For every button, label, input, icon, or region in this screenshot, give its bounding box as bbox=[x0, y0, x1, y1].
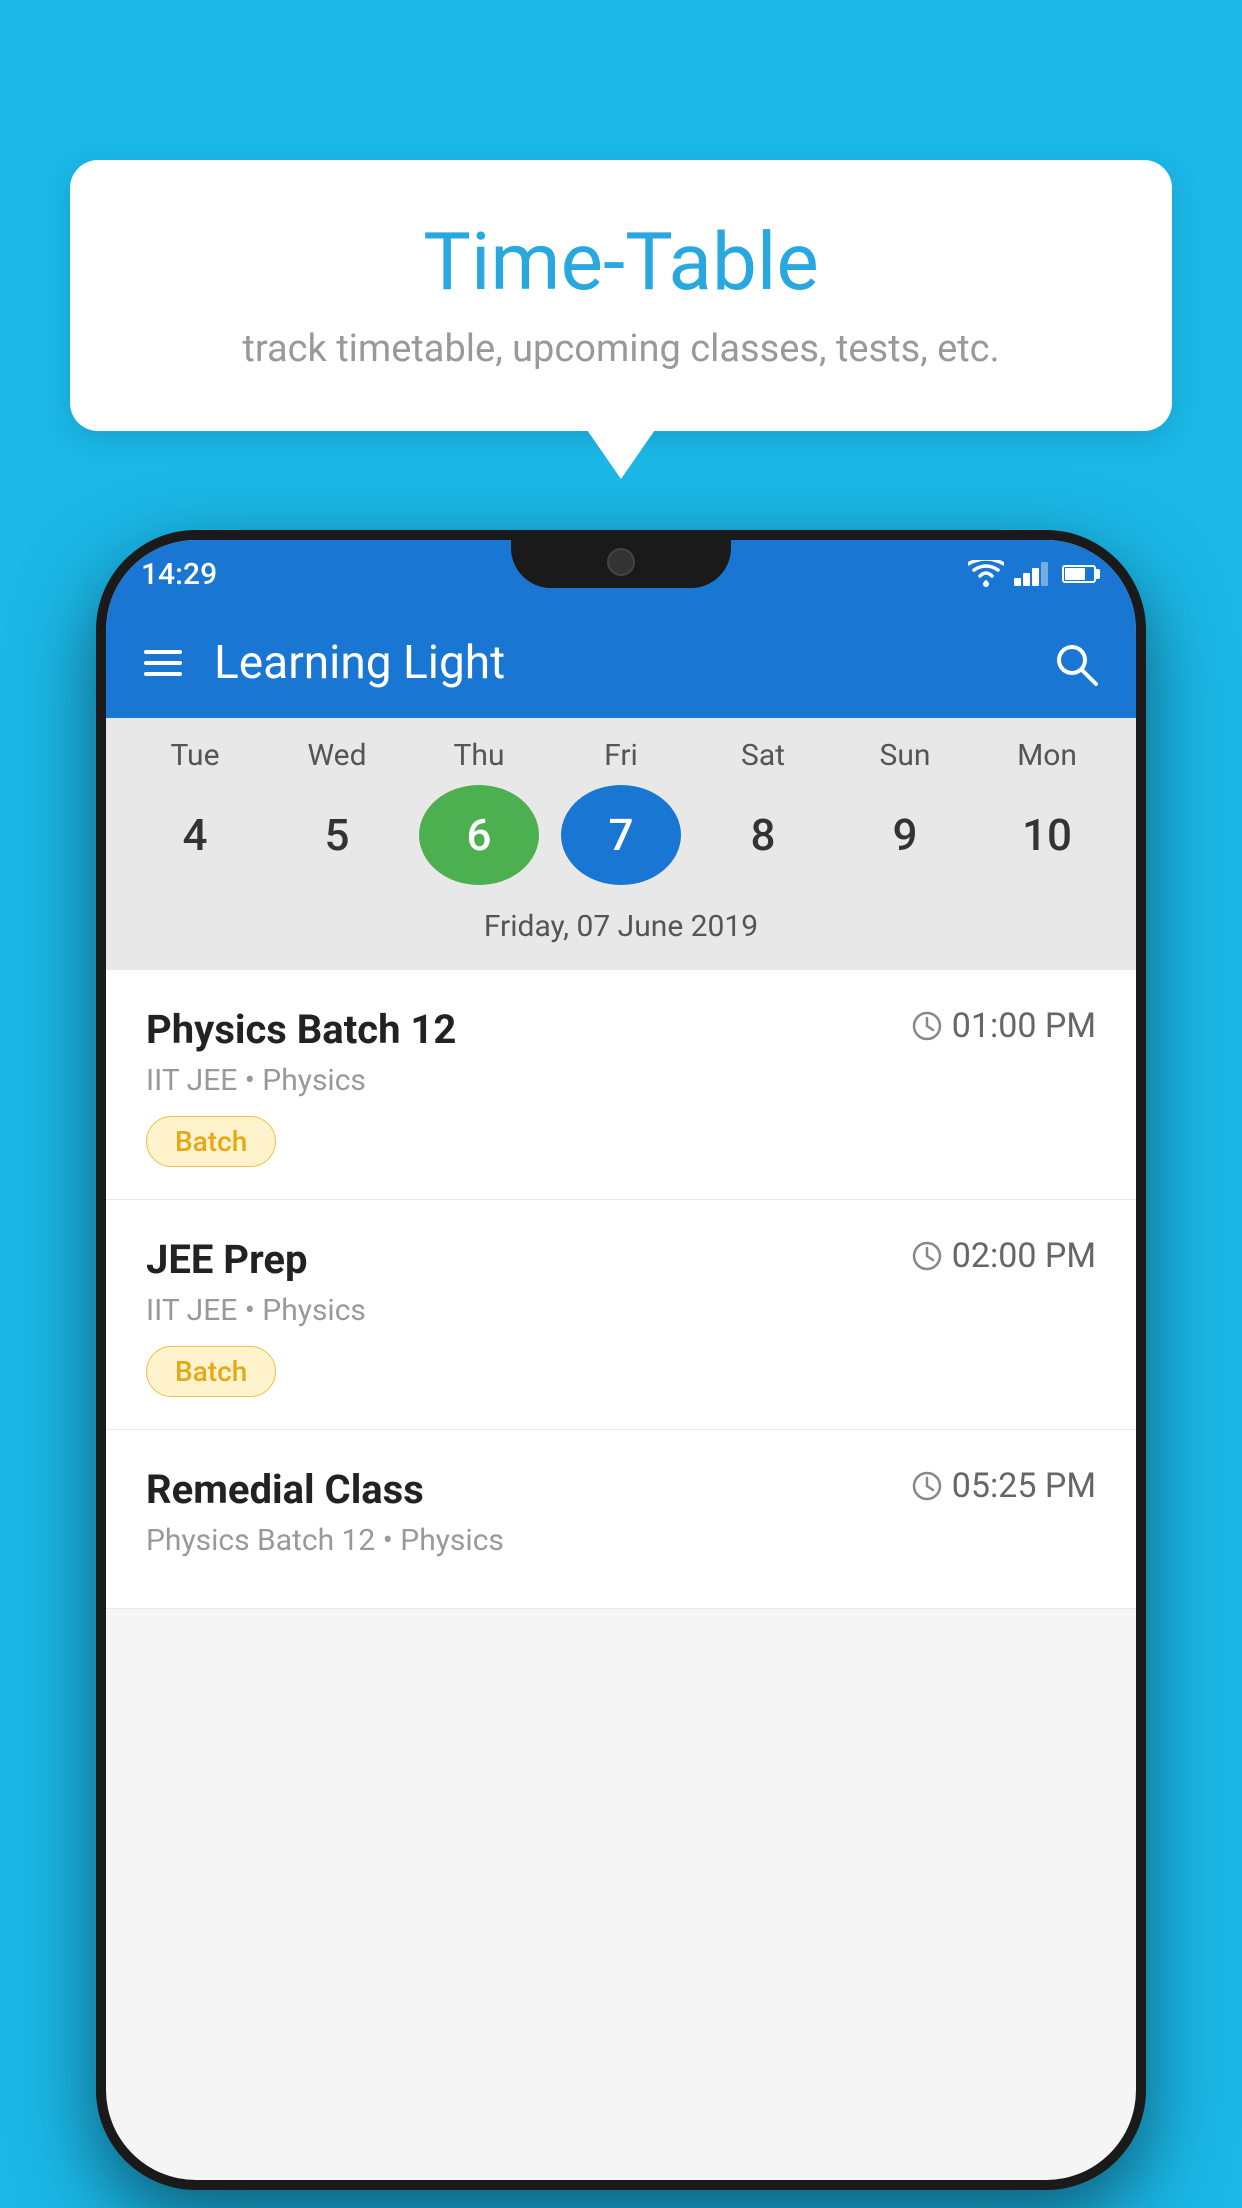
day-header-tue: Tue bbox=[135, 738, 255, 773]
schedule-item-subtitle-1: IIT JEE • Physics bbox=[146, 1293, 1096, 1328]
day-header-thu: Thu bbox=[419, 738, 539, 773]
tooltip-subtitle: track timetable, upcoming classes, tests… bbox=[130, 327, 1112, 371]
schedule-item-time-2: 05:25 PM bbox=[912, 1466, 1096, 1506]
schedule-item-subtitle-0: IIT JEE • Physics bbox=[146, 1063, 1096, 1098]
day-header-fri: Fri bbox=[561, 738, 681, 773]
schedule-item-2[interactable]: Remedial Class05:25 PM Physics Batch 12 •… bbox=[106, 1430, 1136, 1609]
phone-notch bbox=[511, 530, 731, 588]
schedule-item-time-0: 01:00 PM bbox=[912, 1006, 1096, 1046]
phone-mockup: 14:29 bbox=[96, 530, 1146, 2190]
day-number-6[interactable]: 6 bbox=[419, 785, 539, 885]
calendar-strip: Tue Wed Thu Fri Sat Sun Mon 45678910 Friday, 0… bbox=[106, 718, 1136, 970]
schedule-list: Physics Batch 1201:00 PM IIT JEE • Physic… bbox=[106, 970, 1136, 1609]
wifi-icon bbox=[968, 560, 1004, 588]
day-headers: Tue Wed Thu Fri Sat Sun Mon bbox=[106, 738, 1136, 773]
schedule-item-subtitle-2: Physics Batch 12 • Physics bbox=[146, 1523, 1096, 1558]
schedule-item-title-1: JEE Prep bbox=[146, 1236, 912, 1283]
day-number-7[interactable]: 7 bbox=[561, 785, 681, 885]
phone-screen: 14:29 bbox=[106, 540, 1136, 2180]
battery-icon bbox=[1062, 565, 1096, 583]
schedule-item-title-2: Remedial Class bbox=[146, 1466, 912, 1513]
day-header-sun: Sun bbox=[845, 738, 965, 773]
selected-date-label: Friday, 07 June 2019 bbox=[106, 901, 1136, 960]
clock-icon bbox=[912, 1471, 942, 1501]
batch-badge-0: Batch bbox=[146, 1116, 276, 1167]
hamburger-menu-button[interactable] bbox=[144, 650, 182, 676]
clock-icon bbox=[912, 1011, 942, 1041]
day-number-9[interactable]: 9 bbox=[845, 785, 965, 885]
front-camera bbox=[607, 548, 635, 576]
schedule-item-header-0: Physics Batch 1201:00 PM bbox=[146, 1006, 1096, 1053]
phone-frame: 14:29 bbox=[96, 530, 1146, 2190]
day-number-5[interactable]: 5 bbox=[277, 785, 397, 885]
schedule-item-title-0: Physics Batch 12 bbox=[146, 1006, 912, 1053]
day-number-8[interactable]: 8 bbox=[703, 785, 823, 885]
schedule-item-1[interactable]: JEE Prep02:00 PM IIT JEE • Physics Batch bbox=[106, 1200, 1136, 1430]
day-numbers[interactable]: 45678910 bbox=[106, 785, 1136, 885]
day-number-10[interactable]: 10 bbox=[987, 785, 1107, 885]
day-header-sat: Sat bbox=[703, 738, 823, 773]
tooltip-title: Time-Table bbox=[130, 215, 1112, 309]
tooltip-card: Time-Table track timetable, upcoming cla… bbox=[70, 160, 1172, 431]
schedule-item-header-1: JEE Prep02:00 PM bbox=[146, 1236, 1096, 1283]
schedule-item-0[interactable]: Physics Batch 1201:00 PM IIT JEE • Physic… bbox=[106, 970, 1136, 1200]
schedule-item-time-1: 02:00 PM bbox=[912, 1236, 1096, 1276]
day-header-wed: Wed bbox=[277, 738, 397, 773]
batch-badge-1: Batch bbox=[146, 1346, 276, 1397]
clock-icon bbox=[912, 1241, 942, 1271]
search-icon[interactable] bbox=[1052, 640, 1098, 686]
day-header-mon: Mon bbox=[987, 738, 1107, 773]
app-title: Learning Light bbox=[214, 636, 1020, 690]
status-icons bbox=[968, 560, 1096, 588]
day-number-4[interactable]: 4 bbox=[135, 785, 255, 885]
status-time: 14:29 bbox=[141, 557, 217, 592]
signal-icon bbox=[1014, 562, 1048, 586]
schedule-item-header-2: Remedial Class05:25 PM bbox=[146, 1466, 1096, 1513]
app-bar: Learning Light bbox=[106, 608, 1136, 718]
